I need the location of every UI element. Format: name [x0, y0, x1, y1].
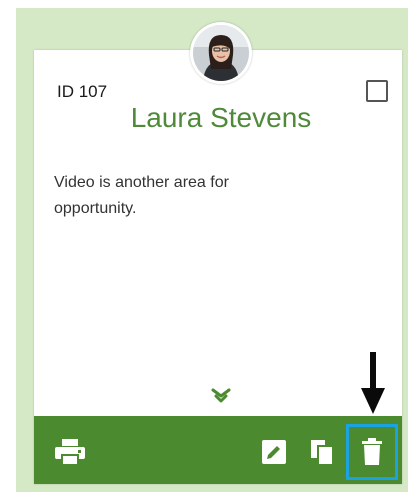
printer-icon: [55, 439, 85, 466]
edit-button[interactable]: [256, 434, 292, 470]
trash-icon: [362, 438, 382, 465]
avatar: [190, 22, 252, 84]
contact-card: ID 107 Laura Stevens Video is another ar…: [34, 50, 402, 484]
pencil-icon: [262, 440, 286, 464]
delete-button[interactable]: [346, 424, 398, 480]
user-photo-icon: [193, 25, 249, 81]
card-note: Video is another area for opportunity.: [54, 174, 229, 217]
card-toolbar: [34, 416, 402, 484]
copy-icon: [311, 440, 334, 466]
select-checkbox[interactable]: [366, 80, 388, 102]
card-id: ID 107: [57, 82, 108, 101]
contact-name: Laura Stevens: [130, 102, 312, 133]
print-button[interactable]: [52, 434, 88, 470]
copy-button[interactable]: [304, 434, 340, 470]
arrow-down-icon: [360, 352, 386, 416]
expand-chevron-icon[interactable]: [210, 388, 232, 404]
